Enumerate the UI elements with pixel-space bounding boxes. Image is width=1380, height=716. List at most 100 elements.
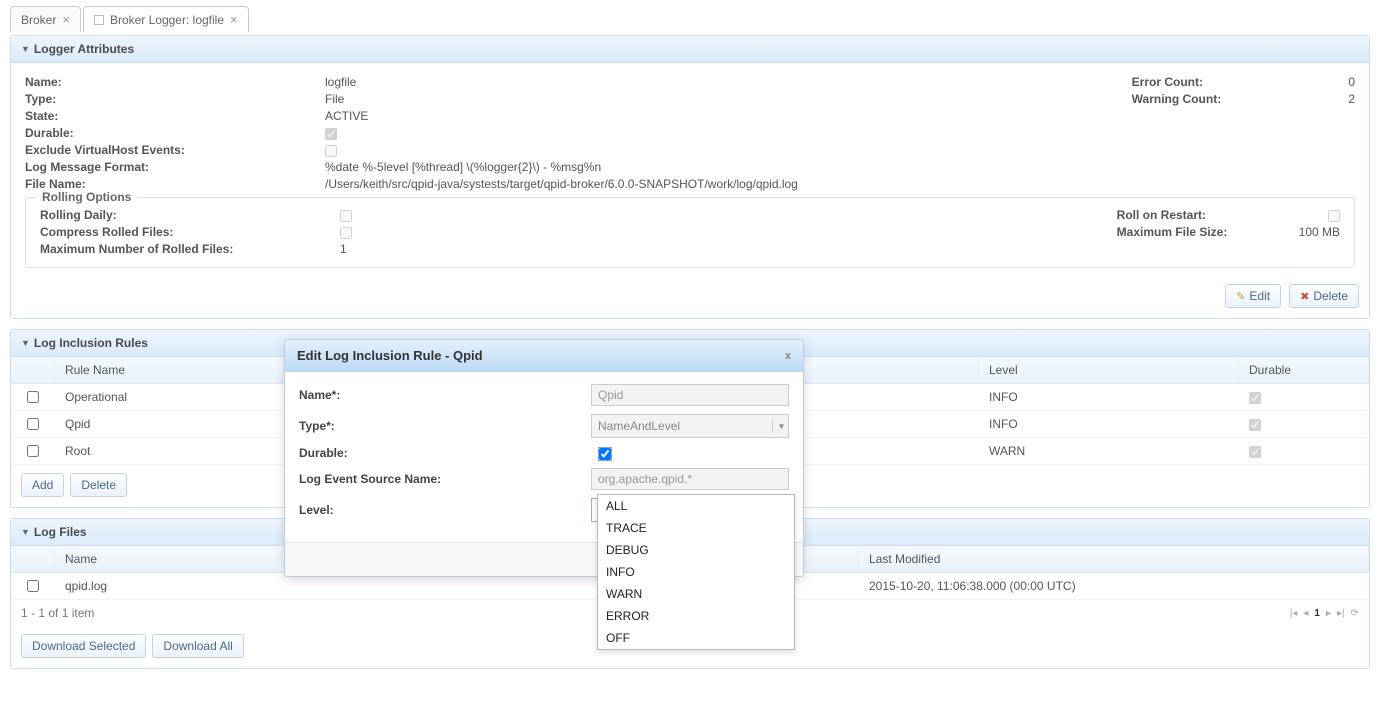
- close-icon[interactable]: x: [785, 350, 791, 362]
- attr-value-filename: /Users/keith/src/qpid-java/systests/targ…: [325, 177, 798, 191]
- add-rule-button[interactable]: Add: [21, 473, 64, 497]
- attr-label-name: Name:: [25, 75, 325, 89]
- attr-label-errorcount: Error Count:: [1132, 75, 1302, 89]
- attr-value-state: ACTIVE: [325, 109, 368, 123]
- delete-button[interactable]: Delete: [1289, 284, 1359, 308]
- level-option[interactable]: OFF: [598, 627, 794, 649]
- first-page-icon[interactable]: |◂: [1290, 608, 1298, 619]
- type-select-value: NameAndLevel: [598, 419, 680, 433]
- page-number: 1: [1314, 608, 1320, 619]
- attr-value-maxsize: 100 MB: [1290, 225, 1340, 239]
- cell-durable-checkbox: [1249, 446, 1261, 458]
- form-label-type: Type*:: [299, 419, 591, 433]
- row-checkbox[interactable]: [27, 391, 39, 403]
- cell-level: INFO: [979, 384, 1239, 410]
- tab-bar: Broker × Broker Logger: logfile ×: [10, 6, 1370, 33]
- form-label-source: Log Event Source Name:: [299, 472, 591, 486]
- collapse-icon: ▼: [21, 338, 30, 348]
- collapse-icon: ▼: [21, 527, 30, 537]
- close-icon[interactable]: ×: [230, 12, 238, 27]
- rolling-options-fieldset: Rolling Options Rolling Daily: Roll on R…: [25, 197, 1355, 268]
- rolling-daily-checkbox: [340, 210, 352, 222]
- attr-label-durable: Durable:: [25, 126, 325, 140]
- rolling-legend: Rolling Options: [36, 190, 137, 204]
- close-icon[interactable]: ×: [62, 12, 70, 27]
- delete-icon: [1300, 289, 1309, 303]
- dialog-title: Edit Log Inclusion Rule - Qpid: [297, 348, 483, 363]
- panel-title: Log Inclusion Rules: [34, 336, 148, 350]
- row-checkbox[interactable]: [27, 418, 39, 430]
- col-durable[interactable]: Durable: [1239, 357, 1369, 383]
- attr-label-type: Type:: [25, 92, 325, 106]
- attr-label-filename: File Name:: [25, 177, 325, 191]
- tab-label: Broker Logger: logfile: [110, 13, 224, 27]
- cell-durable-checkbox: [1249, 392, 1261, 404]
- footer-count: 1 - 1 of 1 item: [21, 606, 94, 620]
- pager[interactable]: |◂ ◂ 1 ▸ ▸| ⟳: [1290, 608, 1359, 619]
- file-icon: [94, 15, 104, 25]
- level-option[interactable]: WARN: [598, 583, 794, 605]
- attr-value-format: %date %-5level [%thread] \(%logger{2}\) …: [325, 160, 601, 174]
- level-option[interactable]: TRACE: [598, 517, 794, 539]
- cell-durable-checkbox: [1249, 419, 1261, 431]
- delete-label: Delete: [1313, 289, 1348, 303]
- attr-label-maxsize: Maximum File Size:: [1117, 225, 1287, 239]
- attr-value-errorcount: 0: [1305, 75, 1355, 89]
- panel-header-attributes[interactable]: ▼ Logger Attributes: [11, 36, 1369, 63]
- level-option[interactable]: ERROR: [598, 605, 794, 627]
- tab-broker[interactable]: Broker ×: [10, 6, 81, 32]
- panel-title: Log Files: [34, 525, 87, 539]
- cell-level: WARN: [979, 438, 1239, 464]
- col-file-modified[interactable]: Last Modified: [859, 546, 1369, 572]
- delete-rule-button[interactable]: Delete: [70, 473, 127, 497]
- attr-label-exclude: Exclude VirtualHost Events:: [25, 143, 325, 157]
- cell-level: INFO: [979, 411, 1239, 437]
- attr-label-rollrestart: Roll on Restart:: [1117, 208, 1287, 222]
- row-checkbox[interactable]: [27, 445, 39, 457]
- durable-checkbox[interactable]: [599, 448, 611, 460]
- edit-icon: [1236, 289, 1245, 303]
- download-selected-button[interactable]: Download Selected: [21, 634, 146, 658]
- attr-label-compress: Compress Rolled Files:: [40, 225, 340, 239]
- attr-value-warncount: 2: [1305, 92, 1355, 106]
- form-label-name: Name*:: [299, 388, 591, 402]
- attr-label-warncount: Warning Count:: [1132, 92, 1302, 106]
- next-page-icon[interactable]: ▸: [1326, 608, 1331, 619]
- form-label-level: Level:: [299, 503, 591, 517]
- compress-checkbox: [340, 227, 352, 239]
- prev-page-icon[interactable]: ◂: [1303, 608, 1308, 619]
- chevron-down-icon: ▼: [772, 419, 786, 433]
- last-page-icon[interactable]: ▸|: [1337, 608, 1345, 619]
- attr-value-name: logfile: [325, 75, 356, 89]
- level-option[interactable]: DEBUG: [598, 539, 794, 561]
- tab-broker-logger[interactable]: Broker Logger: logfile ×: [83, 6, 249, 32]
- panel-title: Logger Attributes: [34, 42, 134, 56]
- form-label-durable: Durable:: [299, 446, 599, 460]
- attr-label-maxnum: Maximum Number of Rolled Files:: [40, 242, 340, 256]
- attr-label-format: Log Message Format:: [25, 160, 325, 174]
- level-dropdown[interactable]: ALL TRACE DEBUG INFO WARN ERROR OFF: [597, 494, 795, 650]
- tab-label: Broker: [21, 13, 56, 27]
- attr-label-rolldaily: Rolling Daily:: [40, 208, 340, 222]
- dialog-title-bar[interactable]: Edit Log Inclusion Rule - Qpid x: [285, 340, 803, 372]
- cell-file-modified: 2015-10-20, 11:06:38.000 (00:00 UTC): [859, 573, 1369, 599]
- logger-attributes-panel: ▼ Logger Attributes Name: logfile Error …: [10, 35, 1370, 319]
- durable-checkbox: [325, 128, 337, 140]
- collapse-icon: ▼: [21, 44, 30, 54]
- level-option[interactable]: INFO: [598, 561, 794, 583]
- source-input: [591, 468, 789, 490]
- download-all-button[interactable]: Download All: [152, 634, 243, 658]
- edit-button[interactable]: Edit: [1225, 284, 1281, 308]
- exclude-checkbox: [325, 145, 337, 157]
- edit-label: Edit: [1249, 289, 1270, 303]
- attr-value-type: File: [325, 92, 344, 106]
- row-checkbox[interactable]: [27, 580, 39, 592]
- col-level[interactable]: Level: [979, 357, 1239, 383]
- attr-label-state: State:: [25, 109, 325, 123]
- level-option[interactable]: ALL: [598, 495, 794, 517]
- refresh-icon[interactable]: ⟳: [1351, 608, 1359, 619]
- roll-restart-checkbox: [1328, 210, 1340, 222]
- name-input: [591, 384, 789, 406]
- attr-value-maxnum: 1: [340, 242, 347, 256]
- type-select: NameAndLevel ▼: [591, 414, 789, 438]
